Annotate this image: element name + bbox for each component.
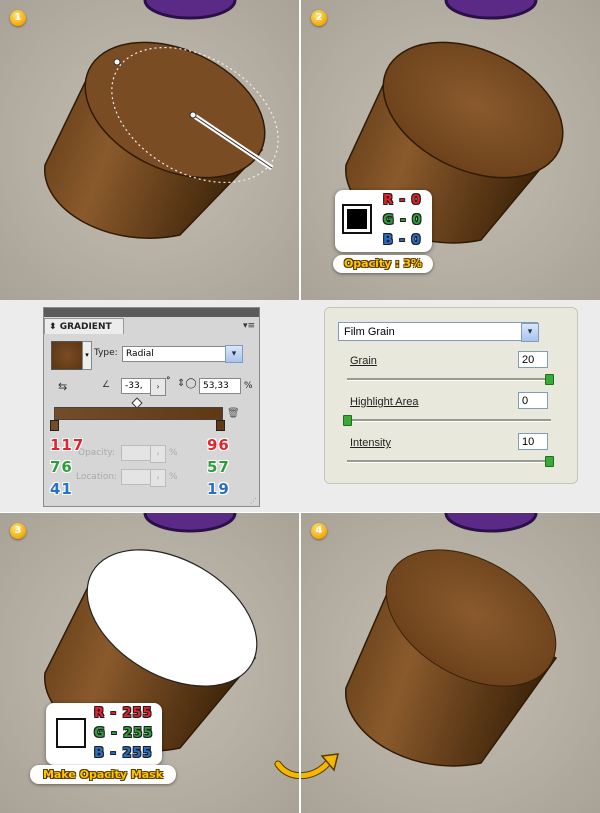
make-opacity-mask-label: Make Opacity Mask xyxy=(30,765,176,784)
intensity-input[interactable]: 10 xyxy=(518,433,548,450)
step-badge: 2 xyxy=(311,10,327,26)
filter-select[interactable]: Film Grain xyxy=(338,322,538,341)
grain-slider-thumb[interactable] xyxy=(544,374,554,385)
b-value: B - 0 xyxy=(383,233,422,248)
opacity-label: Opacity : 3% xyxy=(333,255,433,273)
gradient-panel: ⬍ GRADIENT ▾≡ ▾ Type: Radial ▾ ⇆ ∠ -33, … xyxy=(43,307,260,507)
step-1-panel: 1 xyxy=(0,0,299,300)
film-grain-panel: Film Grain ▾ Grain 20 Highlight Area 0 I… xyxy=(324,307,578,484)
right-stop-g: 57 xyxy=(207,458,230,476)
reverse-gradient-icon[interactable]: ⇆ xyxy=(58,380,67,393)
gradient-tab-label: GRADIENT xyxy=(59,322,112,332)
location-field-label: Location: xyxy=(76,472,118,482)
step-1-illustration xyxy=(0,0,299,300)
delete-stop-icon[interactable]: 🗑 xyxy=(227,408,240,419)
left-color-stop[interactable] xyxy=(50,420,59,431)
opacity-stepper[interactable]: › xyxy=(150,445,166,463)
filter-dropdown-button[interactable]: ▾ xyxy=(521,323,539,342)
step-badge: 3 xyxy=(10,523,26,539)
type-select[interactable]: Radial xyxy=(122,346,226,362)
highlight-label: Highlight Area xyxy=(350,396,419,408)
panel-titlebar[interactable] xyxy=(44,308,259,317)
left-stop-r: 117 xyxy=(50,436,85,454)
swatch-dropdown[interactable]: ▾ xyxy=(82,341,92,370)
vertical-divider-top xyxy=(299,0,301,300)
r-value: R - 0 xyxy=(383,193,422,208)
g-value: G - 255 xyxy=(94,726,154,741)
aspect-ratio-icon: ⇕◯ xyxy=(177,378,197,389)
degree-sign: ° xyxy=(166,376,171,386)
angle-value: -33, xyxy=(125,381,143,391)
stop-opacity-input[interactable] xyxy=(121,445,151,461)
white-swatch xyxy=(56,718,86,748)
right-color-stop[interactable] xyxy=(216,420,225,431)
highlight-label-text: Highlight Area xyxy=(350,396,419,408)
step-3-color-box: R - 255 G - 255 B - 255 xyxy=(46,703,162,765)
location-percent: % xyxy=(169,472,178,482)
location-stepper[interactable]: › xyxy=(150,469,166,487)
angle-input[interactable]: -33, xyxy=(121,378,151,394)
angle-stepper[interactable]: › xyxy=(150,378,166,396)
step-badge: 1 xyxy=(10,10,26,26)
grain-slider-track[interactable] xyxy=(347,378,551,381)
type-value: Radial xyxy=(126,349,154,359)
step-4-panel: 4 xyxy=(301,513,600,813)
right-stop-r: 96 xyxy=(207,436,230,454)
gradient-slider[interactable] xyxy=(54,407,223,420)
type-label: Type: xyxy=(94,348,118,358)
resize-grip[interactable]: ⋰ xyxy=(250,497,257,505)
curved-arrow-icon xyxy=(274,753,339,780)
intensity-label-text: Intensity xyxy=(350,437,391,449)
highlight-slider-thumb[interactable] xyxy=(343,415,352,426)
angle-icon: ∠ xyxy=(102,380,111,390)
step-4-illustration xyxy=(301,513,600,813)
step-badge: 4 xyxy=(311,523,327,539)
opacity-percent: % xyxy=(169,448,178,458)
grain-input[interactable]: 20 xyxy=(518,351,548,368)
filter-name: Film Grain xyxy=(344,326,395,338)
intensity-slider-thumb[interactable] xyxy=(544,456,554,467)
vertical-divider-bottom xyxy=(299,513,301,813)
highlight-slider-track[interactable] xyxy=(347,419,551,422)
grain-label: Grain xyxy=(350,355,377,367)
aspect-unit: % xyxy=(244,381,253,391)
intensity-label: Intensity xyxy=(350,437,391,449)
stop-location-input[interactable] xyxy=(121,469,151,485)
intensity-slider-track[interactable] xyxy=(347,460,551,463)
aspect-value: 53,33 xyxy=(203,381,229,391)
type-dropdown-button[interactable]: ▾ xyxy=(225,345,243,363)
black-swatch xyxy=(342,204,372,234)
highlight-input[interactable]: 0 xyxy=(518,392,548,409)
gradient-swatch[interactable] xyxy=(51,341,83,370)
panel-menu-icon[interactable]: ▾≡ xyxy=(243,321,255,331)
grain-label-text: Grain xyxy=(350,355,377,367)
b-value: B - 255 xyxy=(94,746,153,761)
left-stop-g: 76 xyxy=(50,458,73,476)
aspect-ratio-input[interactable]: 53,33 xyxy=(199,378,241,394)
r-value: R - 255 xyxy=(94,706,153,721)
g-value: G - 0 xyxy=(383,213,423,228)
gradient-tab[interactable]: ⬍ GRADIENT xyxy=(44,318,124,334)
step-2-color-box: R - 0 G - 0 B - 0 xyxy=(335,190,432,252)
left-stop-b: 41 xyxy=(50,480,73,498)
right-stop-b: 19 xyxy=(207,480,230,498)
